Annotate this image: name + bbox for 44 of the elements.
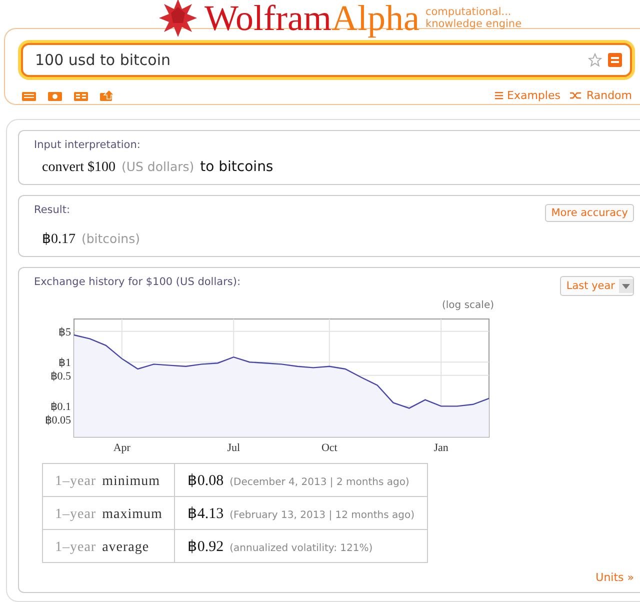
table-cell: 1–year minimum [42, 464, 175, 496]
x-tick-label: Apr [113, 442, 130, 454]
x-tick-label: Jul [227, 442, 240, 454]
examples-link[interactable]: Examples [495, 89, 560, 102]
shuffle-icon [570, 91, 582, 100]
pod-text: convert $100 [42, 160, 116, 176]
camera-icon[interactable] [47, 90, 63, 102]
pod-text: (US dollars) [121, 159, 194, 174]
y-tick-label: ฿0.5 [50, 370, 71, 382]
y-tick-label: ฿5 [58, 326, 71, 338]
caret-icon [622, 284, 630, 288]
table-cell: ฿4.13 (February 13, 2013 | 12 months ago) [174, 496, 428, 530]
more-accuracy-button[interactable]: More accuracy [545, 204, 634, 222]
table-icon[interactable] [73, 90, 89, 102]
scale-note: (log scale) [442, 300, 494, 311]
star-icon[interactable] [588, 53, 602, 67]
pod-text: ฿0.17 [42, 231, 76, 248]
y-tick-label: ฿0.05 [44, 414, 71, 426]
pod-title: Exchange history for $100 (US dollars): [34, 276, 240, 288]
y-tick-label: ฿1 [58, 357, 71, 370]
table-cell: 1–year maximum [42, 496, 175, 530]
units-link[interactable]: Units » [596, 571, 634, 584]
x-tick-label: Oct [321, 442, 338, 454]
random-link[interactable]: Random [570, 89, 632, 102]
keyboard-icon[interactable] [21, 90, 37, 102]
y-tick-label: ฿0.1 [50, 401, 71, 414]
list-icon [495, 91, 503, 100]
table-cell: ฿0.08 (December 4, 2013 | 2 months ago) [174, 464, 428, 496]
pod-text: (bitcoins) [82, 231, 140, 246]
logo-text: WolframAlpha [204, 0, 420, 36]
x-tick-label: Jan [434, 442, 448, 454]
table-cell: 1–year average [42, 530, 175, 562]
upload-icon[interactable] [99, 90, 115, 102]
logo-star-icon [158, 0, 198, 38]
pod-title: Result: [34, 204, 70, 216]
search-field[interactable]: 100 usd to bitcoin [33, 50, 588, 70]
pod-text: to bitcoins [200, 159, 274, 175]
pod-title: Input interpretation: [34, 139, 140, 151]
menu-icon[interactable] [608, 53, 622, 67]
tagline: computational... [425, 6, 512, 18]
table-cell: ฿0.92 (annualized volatility: 121%) [174, 530, 428, 562]
tagline: knowledge engine [425, 18, 522, 30]
range-dropdown[interactable]: Last year [560, 276, 634, 296]
search-box[interactable]: 100 usd to bitcoin [21, 43, 632, 77]
